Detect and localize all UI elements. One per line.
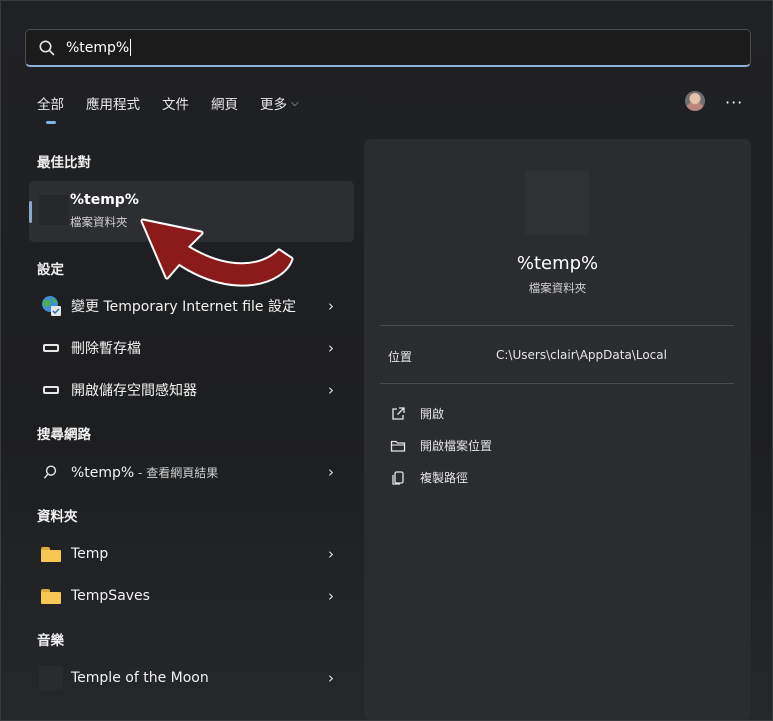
tab-label: 文件 [162,97,189,113]
music-item[interactable]: Temple of the Moon › [29,659,354,697]
divider [380,383,734,384]
settings-item-delete-temp[interactable]: 刪除暫存檔 › [29,329,354,367]
selection-indicator [29,201,32,223]
action-label: 開啟 [420,407,445,421]
folder-icon [39,584,63,608]
action-label: 開啟檔案位置 [420,439,493,453]
tab-web[interactable]: 網頁 [211,93,238,113]
location-value: C:\Users\clair\AppData\Local [496,348,667,362]
tab-label: 應用程式 [86,97,140,113]
web-search-result[interactable]: %temp% - 查看網頁結果 › [29,453,354,491]
section-best-match: 最佳比對 [37,155,91,171]
action-open-file-location[interactable]: 開啟檔案位置 [390,437,492,454]
storage-icon [39,378,63,402]
chevron-right-icon[interactable]: › [328,463,334,481]
preview-subtitle: 檔案資料夾 [528,281,587,295]
user-avatar[interactable] [685,91,705,111]
start-search-window: %temp% 全部 應用程式 文件 網頁 更多 ⌵ ··· 最佳比對 %temp%… [0,0,773,721]
tab-apps[interactable]: 應用程式 [86,93,140,113]
settings-item-label: 變更 Temporary Internet file 設定 [71,299,296,315]
action-copy-path[interactable]: 複製路徑 [390,469,468,486]
tab-all[interactable]: 全部 [37,93,64,124]
folder-item-tempsaves[interactable]: TempSaves › [29,577,354,615]
preview-title: %temp% [516,253,599,274]
music-item-label: Temple of the Moon [71,670,209,686]
web-search-query: %temp% [71,464,135,481]
chevron-right-icon[interactable]: › [328,669,334,687]
divider [380,325,734,326]
best-match-result[interactable]: %temp% 檔案資料夾 [29,181,354,242]
internet-options-icon [39,294,63,318]
chevron-right-icon[interactable]: › [328,339,334,357]
settings-item-internet-files[interactable]: 變更 Temporary Internet file 設定 › [29,287,354,325]
tab-documents[interactable]: 文件 [162,93,189,113]
music-thumbnail-icon [39,666,63,690]
folder-icon [39,542,63,566]
search-box[interactable]: %temp% [25,29,751,67]
chevron-right-icon[interactable]: › [328,587,334,605]
tab-more[interactable]: 更多 ⌵ [260,93,299,113]
web-search-label: %temp% - 查看網頁結果 [71,464,218,481]
action-open[interactable]: 開啟 [390,405,444,422]
chevron-right-icon[interactable]: › [328,545,334,563]
web-search-note: - 查看網頁結果 [134,465,219,480]
folder-open-icon [390,440,406,452]
chevron-down-icon: ⌵ [291,97,299,109]
folder-item-label: Temp [71,546,109,562]
search-input[interactable]: %temp% [66,39,132,56]
copy-icon [392,470,404,485]
more-options-button[interactable]: ··· [725,93,743,112]
best-match-subtitle: 檔案資料夾 [70,215,128,229]
folder-item-temp[interactable]: Temp › [29,535,354,573]
section-settings: 設定 [37,262,64,278]
folder-item-label: TempSaves [71,588,150,604]
settings-item-storage-sense[interactable]: 開啟儲存空間感知器 › [29,371,354,409]
search-query: %temp% [66,39,130,56]
section-folders: 資料夾 [37,509,78,525]
folder-icon [39,195,69,225]
tab-label: 網頁 [211,97,238,113]
text-caret [130,39,132,56]
open-external-icon [392,406,405,420]
settings-item-label: 刪除暫存檔 [71,341,141,357]
chevron-right-icon[interactable]: › [328,297,334,315]
best-match-title: %temp% [70,192,139,208]
tab-label: 更多 [260,97,287,113]
folder-icon [525,171,589,235]
action-label: 複製路徑 [420,471,469,485]
storage-icon [39,336,63,360]
tab-label: 全部 [37,97,64,113]
search-icon [39,460,63,484]
settings-item-label: 開啟儲存空間感知器 [71,383,197,399]
chevron-right-icon[interactable]: › [328,381,334,399]
search-icon [39,40,55,55]
location-label: 位置 [388,350,413,364]
section-web-search: 搜尋網路 [37,427,91,443]
section-music: 音樂 [37,633,64,649]
preview-panel: %temp% 檔案資料夾 位置 C:\Users\clair\AppData\L… [364,139,751,720]
filter-tabs: 全部 應用程式 文件 網頁 更多 ⌵ [37,93,321,124]
